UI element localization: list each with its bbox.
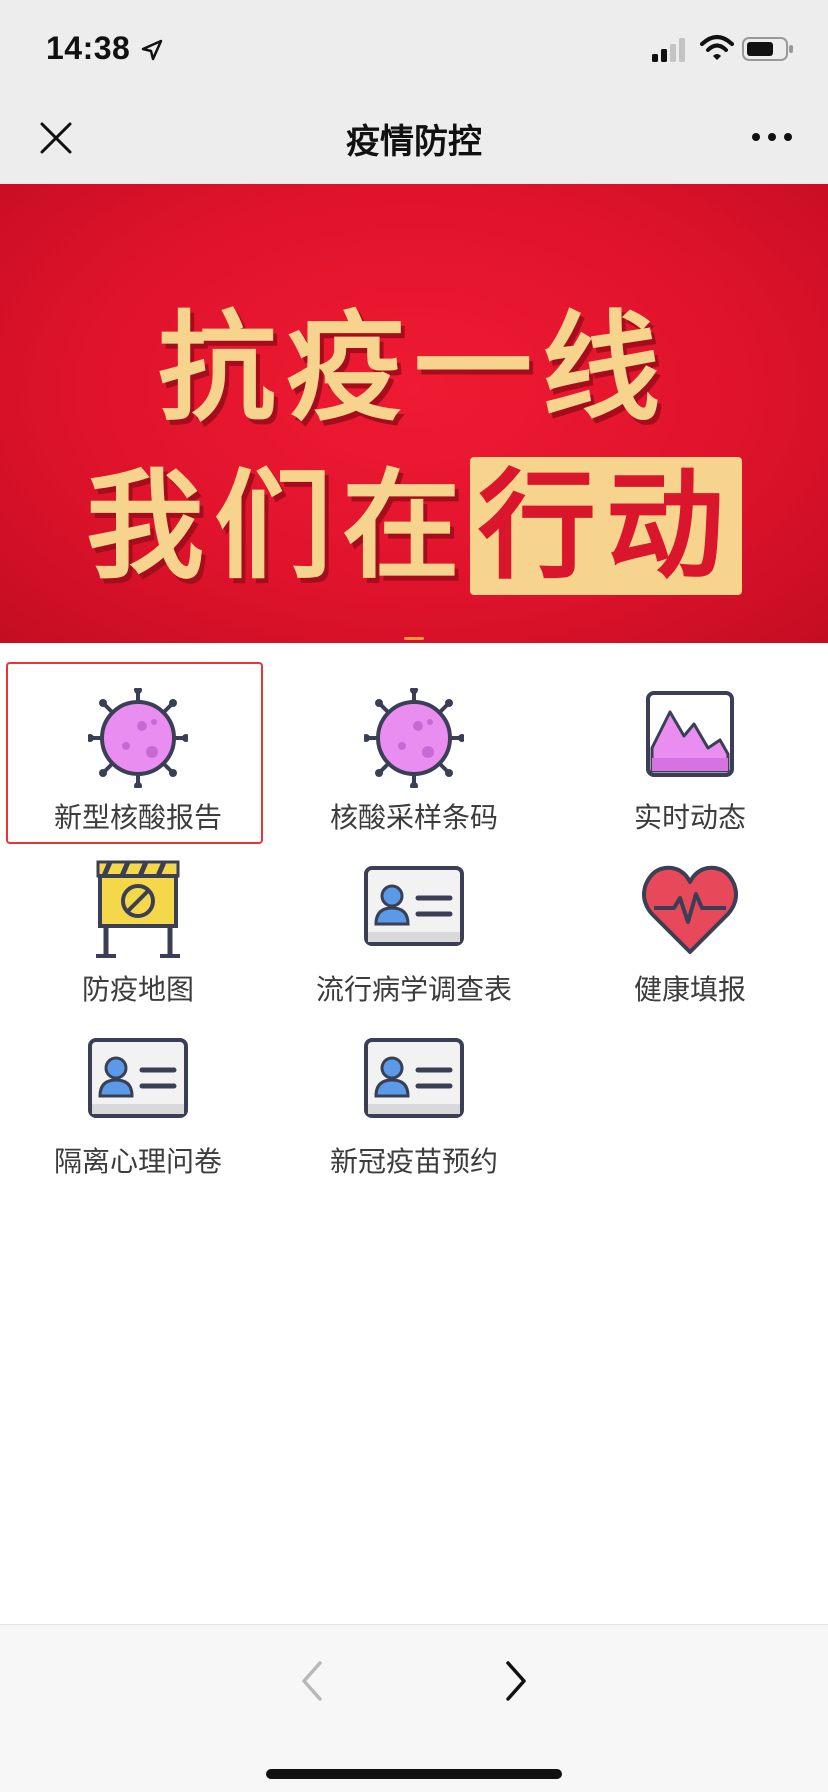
banner-subheadline-highlight: 行动 <box>470 457 743 595</box>
status-bar: 14:38 <box>0 0 828 92</box>
grid-item-health-report[interactable]: 健康填报 <box>560 860 820 1030</box>
bottom-toolbar <box>0 1624 828 1792</box>
more-options-icon[interactable] <box>748 122 796 152</box>
banner-carousel[interactable]: 抗疫一线 我们在行动 <box>0 184 828 643</box>
grid-item-live-updates[interactable]: 实时动态 <box>560 688 820 858</box>
page-title: 疫情防控 <box>346 122 482 162</box>
grid-item-label: 防疫地图 <box>81 973 194 1006</box>
grid-item-label: 流行病学调查表 <box>315 973 512 1006</box>
grid-item-label: 隔离心理问卷 <box>53 1145 222 1178</box>
grid-item-label: 新冠疫苗预约 <box>329 1145 498 1178</box>
banner-headline: 抗疫一线 <box>157 299 670 437</box>
grid-item-label: 核酸采样条码 <box>329 801 498 834</box>
grid-item-epidemic-map[interactable]: 防疫地图 <box>8 860 268 1030</box>
home-indicator <box>266 1769 562 1779</box>
grid-item-sampling-barcode[interactable]: 核酸采样条码 <box>284 688 544 858</box>
chart-icon <box>646 691 734 777</box>
status-time: 14:38 <box>46 30 131 66</box>
nav-bar: 疫情防控 <box>0 92 828 184</box>
virus-icon <box>88 688 188 788</box>
banner-subheadline-plain: 我们在 <box>85 457 470 595</box>
carousel-indicator <box>404 637 424 640</box>
battery-icon <box>742 37 793 61</box>
location-arrow-icon <box>141 39 163 61</box>
grid-item-quarantine-questionnaire[interactable]: 隔离心理问卷 <box>8 1032 268 1202</box>
back-arrow-icon[interactable] <box>296 1655 328 1707</box>
id-card-icon <box>364 866 464 946</box>
id-card-icon <box>88 1038 188 1118</box>
grid-item-label: 实时动态 <box>633 801 746 834</box>
grid-item-nucleic-report[interactable]: 新型核酸报告 <box>8 688 268 858</box>
virus-icon <box>364 688 464 788</box>
grid-item-vaccine-booking[interactable]: 新冠疫苗预约 <box>284 1032 544 1202</box>
id-card-icon <box>364 1038 464 1118</box>
barrier-icon <box>96 860 180 958</box>
wifi-icon <box>700 35 734 60</box>
grid-item-epidemiology-survey[interactable]: 流行病学调查表 <box>284 860 544 1030</box>
grid-item-label: 健康填报 <box>633 973 746 1006</box>
forward-arrow-icon[interactable] <box>500 1655 532 1707</box>
heartbeat-icon <box>642 865 738 954</box>
grid-item-label: 新型核酸报告 <box>53 801 222 834</box>
cellular-signal-icon <box>652 38 685 62</box>
banner-subheadline: 我们在行动 <box>0 430 828 601</box>
